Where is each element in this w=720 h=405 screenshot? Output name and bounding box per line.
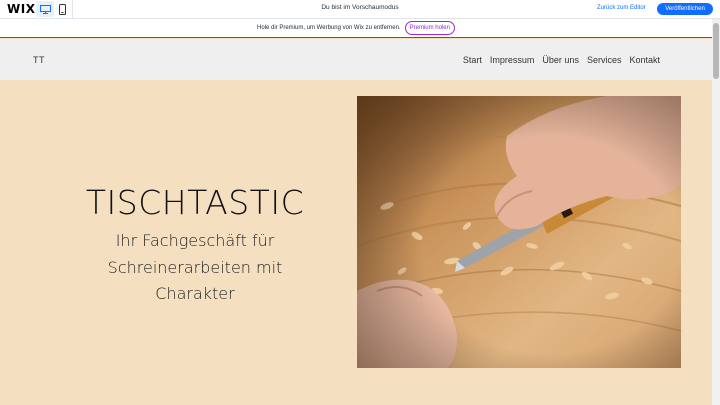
site-header: TT Start Impressum Über uns Services Kon… bbox=[0, 39, 712, 80]
premium-banner: Hole dir Premium, um Werbung von Wix zu … bbox=[0, 19, 712, 38]
nav-item-kontakt[interactable]: Kontakt bbox=[629, 55, 660, 65]
premium-banner-text: Hole dir Premium, um Werbung von Wix zu … bbox=[257, 25, 401, 31]
site-nav: Start Impressum Über uns Services Kontak… bbox=[463, 55, 660, 65]
nav-item-ueber-uns[interactable]: Über uns bbox=[542, 55, 579, 65]
hero-title: TISCHTASTIC bbox=[85, 183, 305, 222]
site-logo[interactable]: TT bbox=[33, 55, 45, 65]
hero-image bbox=[357, 96, 681, 368]
publish-button[interactable]: Veröffentlichen bbox=[657, 3, 713, 15]
nav-item-start[interactable]: Start bbox=[463, 55, 482, 65]
editor-toolbar: WIX Du bist im Vorschaumodus Zurück zum … bbox=[0, 0, 720, 19]
get-premium-button[interactable]: Premium holen bbox=[404, 21, 455, 35]
hero-subtitle: Ihr Fachgeschäft für Schreinerarbeiten m… bbox=[107, 231, 283, 303]
woodcarving-photo bbox=[357, 96, 681, 368]
scrollbar-thumb[interactable] bbox=[713, 23, 719, 79]
nav-item-services[interactable]: Services bbox=[587, 55, 622, 65]
nav-item-impressum[interactable]: Impressum bbox=[490, 55, 535, 65]
back-to-editor-link[interactable]: Zurück zum Editor bbox=[597, 5, 646, 11]
